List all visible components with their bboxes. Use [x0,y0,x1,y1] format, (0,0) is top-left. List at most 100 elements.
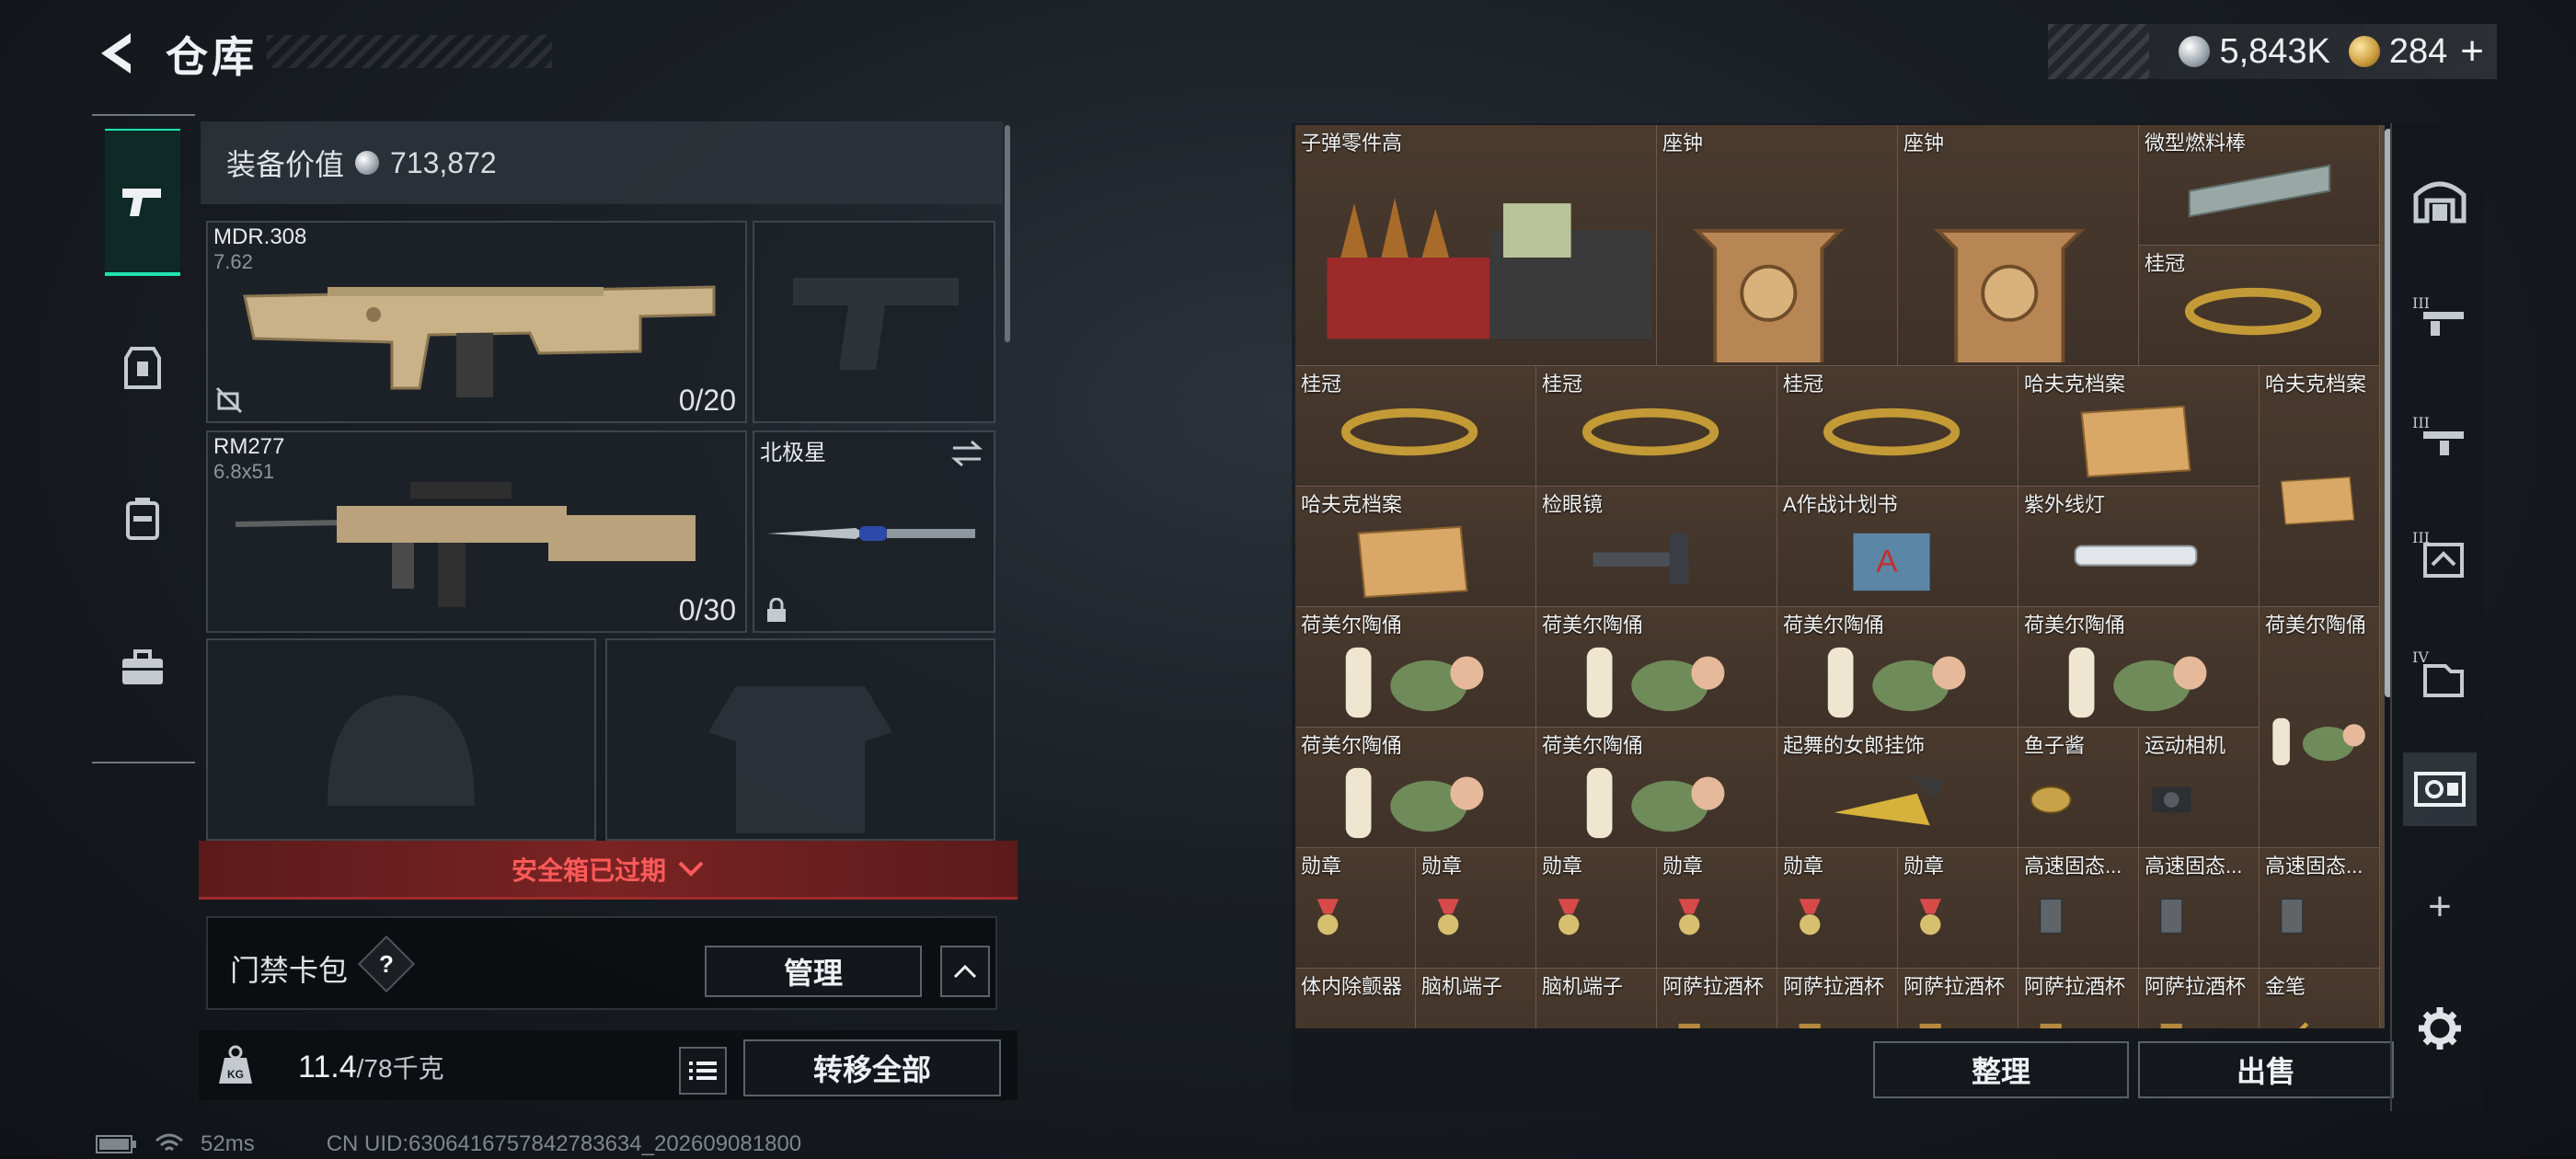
stash-tab-3[interactable]: III [2403,517,2477,591]
stash-item[interactable]: 脑机端子 [1416,969,1536,1028]
stash-item[interactable]: 荷美尔陶俑 [1536,728,1777,848]
stash-item-label: 微型燃料棒 [2145,132,2247,155]
swap-icon[interactable] [949,440,984,467]
briefcase-icon [122,649,163,684]
no-attachment-icon [215,386,243,414]
stash-item[interactable]: 荷美尔陶俑 [1777,607,2018,728]
pistol-icon [122,189,161,216]
stash-item[interactable]: 哈夫克档案 [1295,487,1536,607]
stash-item[interactable]: 检眼镜 [1536,487,1777,607]
fuel-rod-icon [2188,164,2331,218]
stash-item[interactable]: 阿萨拉酒杯 [1657,969,1777,1028]
stash-item[interactable]: 桂冠 [1295,366,1536,487]
pistol-placeholder-icon [793,278,959,370]
add-stash-tab-button[interactable]: + [2403,870,2477,944]
transfer-all-button[interactable]: 转移全部 [743,1039,1001,1096]
keycard-help-button[interactable]: ? [357,935,416,993]
stash-panel: 子弹零件高 座钟 座钟 微型燃料棒 桂冠 桂冠 桂冠 桂冠 哈夫克档案 哈夫克档案 哈夫克档案 检眼镜… [1292,123,2484,1111]
stash-item[interactable]: 阿萨拉酒杯 [1777,969,1898,1028]
stash-item[interactable]: 阿萨拉酒杯 [1898,969,2018,1028]
silver-amount: 5,843K [2219,31,2330,71]
stash-item[interactable]: 脑机端子 [1536,969,1657,1028]
stash-item[interactable]: 座钟 [1898,125,2139,366]
stash-tab-main[interactable] [2403,162,2477,235]
stash-item[interactable]: 高速固态... [2260,848,2380,969]
stash-tab-2[interactable]: III [2403,399,2477,473]
dossier-icon [2280,476,2355,525]
safebox-expired-banner[interactable]: 安全箱已过期 [199,841,1018,900]
stash-item[interactable]: 荷美尔陶俑 [2260,607,2380,848]
stash-item[interactable]: 荷美尔陶俑 [1536,607,1777,728]
stash-item-label: 检眼镜 [1542,493,1604,516]
primary-weapon-slot[interactable]: MDR.308 7.62 0/20 [206,221,747,423]
stash-item[interactable]: 桂冠 [2139,246,2380,366]
stash-item[interactable]: 桂冠 [1777,366,2018,487]
stash-item[interactable]: 勋章 [1295,848,1416,969]
stash-item[interactable]: A作战计划书 A [1777,487,2018,607]
stash-item[interactable]: 紫外线灯 [2018,487,2260,607]
stash-item[interactable]: 勋章 [1777,848,1898,969]
settings-button[interactable] [2403,992,2477,1065]
tab-weapons[interactable] [105,129,180,276]
stash-item[interactable]: 勋章 [1898,848,2018,969]
armor-slot[interactable] [605,638,995,841]
stash-tab-1[interactable]: III [2403,280,2477,353]
stash-item[interactable]: 体内除颤器 [1295,969,1416,1028]
stash-item[interactable]: 阿萨拉酒杯 [2018,969,2139,1028]
secondary-weapon-slot[interactable]: RM277 6.8x51 0/30 [206,430,747,633]
stash-item[interactable]: 荷美尔陶俑 [1295,607,1536,728]
card-reader-icon [2414,772,2466,807]
stash-item[interactable]: 桂冠 [1536,366,1777,487]
stash-item-label: 勋章 [1903,855,1945,878]
loadout-tab-rail [92,114,195,763]
tab-backpack[interactable] [105,445,180,592]
stash-item[interactable]: 起舞的女郎挂饰 [1777,728,2018,848]
stash-item-label: 勋章 [1421,855,1463,878]
title-stripe [267,35,552,68]
stash-item[interactable]: 鱼子酱 [2018,728,2139,848]
stash-item[interactable]: 勋章 [1536,848,1657,969]
add-currency-button[interactable]: + [2460,29,2484,75]
stash-item[interactable]: 勋章 [1657,848,1777,969]
medal-icon [1919,899,1941,935]
loadout-scrollbar[interactable] [1005,125,1010,342]
silver-currency[interactable]: 5,843K [2179,31,2330,72]
stash-item-label: 桂冠 [1301,373,1342,396]
stash-tab-4[interactable]: IV [2403,637,2477,710]
back-button[interactable] [92,28,147,79]
pistol-slot[interactable] [753,221,995,423]
stash-item[interactable]: 荷美尔陶俑 [1295,728,1536,848]
stash-item[interactable]: 运动相机 [2139,728,2260,848]
stash-tab-5[interactable] [2403,752,2477,826]
tab-case[interactable] [105,594,180,741]
stash-item[interactable]: 荷美尔陶俑 [2018,607,2260,728]
tab-armor[interactable] [105,294,180,442]
sort-button[interactable]: 整理 [1873,1041,2129,1098]
gold-currency[interactable]: 284 + [2348,29,2484,75]
stash-item[interactable]: 子弹零件高 [1295,125,1657,366]
stash-item-label: 座钟 [1903,132,1945,155]
camera-icon [2152,786,2191,813]
stash-item-label: 鱼子酱 [2024,734,2086,757]
stash-item[interactable]: 高速固态... [2139,848,2260,969]
stash-item[interactable]: 微型燃料棒 [2139,125,2380,246]
list-view-button[interactable] [679,1047,727,1095]
stash-item-label: 荷美尔陶俑 [1542,614,1644,637]
manage-button[interactable]: 管理 [705,946,922,997]
figurine-icon [1586,767,1725,839]
stash-item[interactable]: 金笔 [2260,969,2380,1028]
keycard-label: 门禁卡包 [230,954,349,987]
sell-button[interactable]: 出售 [2138,1041,2394,1098]
stash-item-label: 荷美尔陶俑 [1542,734,1644,757]
stash-item[interactable]: 阿萨拉酒杯 [2139,969,2260,1028]
silver-coin-icon [355,151,380,175]
collapse-button[interactable] [940,946,990,997]
stash-item[interactable]: 勋章 [1416,848,1536,969]
stash-item[interactable]: 座钟 [1657,125,1898,366]
melee-slot[interactable]: 北极星 [753,430,995,633]
stash-item[interactable]: 高速固态... [2018,848,2139,969]
helmet-slot[interactable] [206,638,596,841]
stash-item[interactable]: 哈夫克档案 [2018,366,2260,487]
figurine-icon [1345,767,1484,839]
stash-item[interactable]: 哈夫克档案 [2260,366,2380,607]
